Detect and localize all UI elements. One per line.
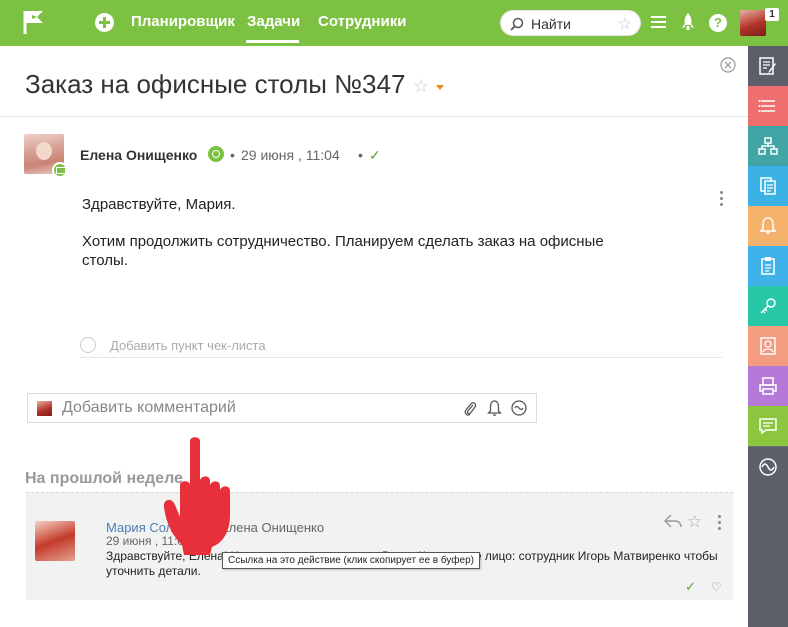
task-body-greeting: Здравствуйте, Мария. xyxy=(82,196,236,213)
pointing-hand-icon xyxy=(163,437,230,555)
sidebar-key-icon[interactable] xyxy=(748,286,788,326)
task-body-line: столы. xyxy=(82,252,128,269)
sidebar-activity-icon[interactable] xyxy=(748,446,788,486)
task-date: 29 июня , 11:04 xyxy=(241,147,340,163)
reply-icon[interactable] xyxy=(664,513,682,529)
logo-flag-icon[interactable] xyxy=(23,9,45,35)
top-bar: Планировщик Задачи Сотрудники Найти ☆ ? … xyxy=(0,0,788,46)
right-sidebar xyxy=(748,46,788,627)
meta-separator: • xyxy=(358,147,363,163)
help-icon[interactable]: ? xyxy=(709,14,727,32)
emoji-icon[interactable] xyxy=(511,400,527,416)
menu-icon[interactable] xyxy=(651,15,666,29)
bell-icon[interactable] xyxy=(487,400,502,417)
sidebar-edit-icon[interactable] xyxy=(748,46,788,86)
check-icon: ✓ xyxy=(369,147,381,163)
sidebar-clipboard-icon[interactable] xyxy=(748,246,788,286)
permalink-tooltip: Ссылка на это действие (клик скопирует е… xyxy=(222,552,480,569)
add-button[interactable] xyxy=(95,13,114,32)
activity-check-icon: ✓ xyxy=(685,579,696,594)
favorite-star-icon[interactable]: ☆ xyxy=(413,76,429,97)
checklist-circle-icon[interactable] xyxy=(80,337,96,353)
rocket-icon[interactable] xyxy=(681,13,695,31)
notification-badge: 1 xyxy=(765,8,779,21)
sidebar-list-icon[interactable] xyxy=(748,86,788,126)
paperclip-icon[interactable] xyxy=(463,400,477,417)
nav-planner[interactable]: Планировщик xyxy=(131,13,235,30)
nav-employees[interactable]: Сотрудники xyxy=(318,13,406,30)
title-divider xyxy=(0,116,748,117)
search-input[interactable]: Найти xyxy=(531,16,571,32)
close-icon[interactable] xyxy=(720,57,736,73)
meta-separator: • xyxy=(230,147,235,163)
checklist-add-input[interactable]: Добавить пункт чек-листа xyxy=(110,338,266,353)
user-avatar[interactable] xyxy=(740,10,766,36)
gear-icon xyxy=(208,146,224,162)
sidebar-structure-icon[interactable] xyxy=(748,126,788,166)
mail-icon xyxy=(52,162,68,178)
activity-item: Мария Соловьева → Елена Онищенко 29 июня… xyxy=(26,492,733,600)
comment-input[interactable]: Добавить комментарий xyxy=(62,399,236,417)
checklist-divider xyxy=(80,357,722,358)
sidebar-chat-icon[interactable] xyxy=(748,406,788,446)
sidebar-printer-icon[interactable] xyxy=(748,366,788,406)
title-dropdown-caret-icon[interactable] xyxy=(436,85,444,90)
task-body-line: Хотим продолжить сотрудничество. Планиру… xyxy=(82,233,604,250)
task-title: Заказ на офисные столы №347 xyxy=(25,69,406,99)
search-icon xyxy=(510,17,524,31)
sidebar-contact-card-icon[interactable] xyxy=(748,326,788,366)
activity-more-icon[interactable] xyxy=(718,515,722,533)
activity-author-avatar[interactable] xyxy=(35,521,75,561)
nav-active-indicator xyxy=(246,40,299,43)
more-options-icon[interactable] xyxy=(720,191,724,209)
sidebar-documents-icon[interactable] xyxy=(748,166,788,206)
sidebar-bell-icon[interactable] xyxy=(748,206,788,246)
nav-tasks[interactable]: Задачи xyxy=(247,13,300,30)
search-star-icon[interactable]: ☆ xyxy=(618,14,632,34)
comment-user-avatar xyxy=(37,401,52,416)
like-heart-icon[interactable]: ♡ xyxy=(711,580,722,594)
comment-box[interactable]: Добавить комментарий xyxy=(27,393,537,423)
search-box[interactable]: Найти ☆ xyxy=(500,10,641,36)
activity-star-icon[interactable]: ☆ xyxy=(687,512,702,532)
author-name[interactable]: Елена Онищенко xyxy=(80,147,197,163)
